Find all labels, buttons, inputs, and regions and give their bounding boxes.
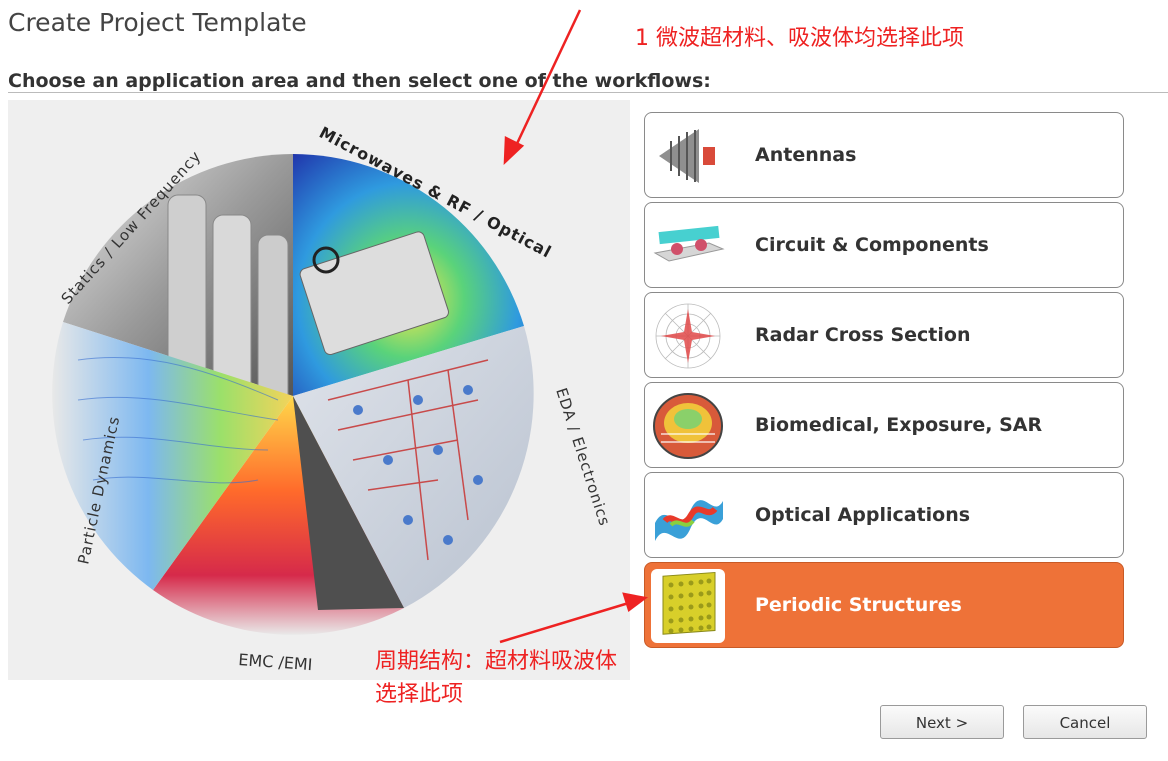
workflow-periodic-structures[interactable]: Periodic Structures (644, 562, 1124, 648)
annotation-note-2-line-1: 周期结构：超材料吸波体 (375, 649, 618, 674)
dialog-title: Create Project Template (8, 8, 307, 37)
biomedical-icon (653, 393, 723, 459)
workflow-label: Optical Applications (755, 504, 971, 526)
circuit-icon (653, 225, 725, 262)
workflow-label: Radar Cross Section (755, 324, 971, 346)
periodic-structure-icon (651, 569, 725, 643)
workflow-label: Biomedical, Exposure, SAR (755, 414, 1043, 436)
workflow-optical[interactable]: Optical Applications (644, 472, 1124, 558)
dialog-subtitle: Choose an application area and then sele… (8, 70, 711, 92)
annotation-note-1: 1 微波超材料、吸波体均选择此项 (635, 26, 964, 51)
wheel-label-emc: EMC /EMI (238, 650, 313, 674)
antenna-icon (659, 129, 715, 183)
workflow-radar-cross-section[interactable]: Radar Cross Section (644, 292, 1124, 378)
workflow-label: Circuit & Components (755, 234, 989, 256)
workflow-label: Antennas (755, 144, 857, 166)
optical-icon (655, 500, 723, 541)
workflow-antennas[interactable]: Antennas (644, 112, 1124, 198)
application-area-wheel: Statics / Low Frequency Microwaves & RF … (52, 123, 614, 674)
radar-icon (655, 303, 721, 369)
workflow-label: Periodic Structures (755, 594, 962, 616)
annotation-note-2-line-2: 选择此项 (375, 682, 464, 707)
cancel-button[interactable]: Cancel (1023, 705, 1147, 739)
wheel-label-eda: EDA / Electronics (552, 386, 614, 529)
workflow-biomedical[interactable]: Biomedical, Exposure, SAR (644, 382, 1124, 468)
annotation-note-2: 周期结构：超材料吸波体 选择此项 (375, 645, 617, 711)
divider (8, 92, 1168, 93)
workflow-circuit-components[interactable]: Circuit & Components (644, 202, 1124, 288)
next-button[interactable]: Next > (880, 705, 1004, 739)
